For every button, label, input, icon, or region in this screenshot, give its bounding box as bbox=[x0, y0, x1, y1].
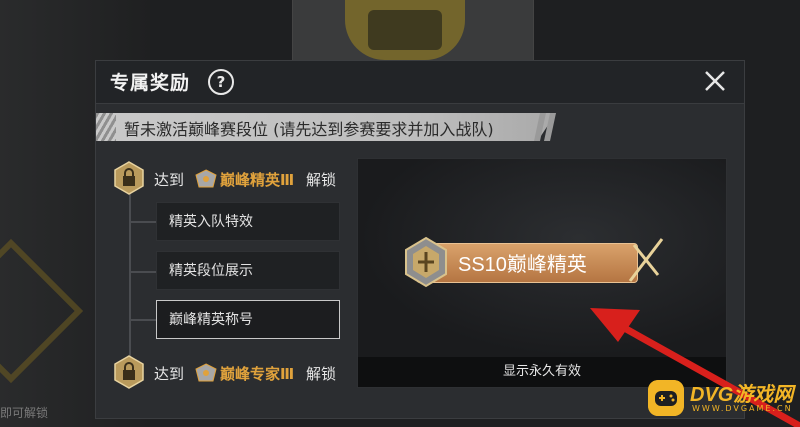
reward-item-elite-title[interactable]: 巅峰精英称号 bbox=[156, 300, 340, 339]
dialog-header: 专属奖励 ? bbox=[96, 61, 744, 104]
tree-branch bbox=[129, 221, 156, 223]
tree-connector bbox=[129, 189, 131, 371]
site-watermark: DVG游戏网 WWW.DVGAME.CN bbox=[648, 378, 798, 420]
sword-icon bbox=[628, 238, 664, 282]
background-crown-inner bbox=[368, 10, 442, 50]
close-icon[interactable] bbox=[700, 66, 730, 96]
requirement-rank-wrap: 巅峰专家Ⅲ bbox=[220, 363, 294, 384]
watermark-url: WWW.DVGAME.CN bbox=[692, 404, 793, 413]
banner-stripes bbox=[96, 113, 116, 141]
reward-item-rank-display[interactable]: 精英段位展示 bbox=[156, 251, 340, 290]
requirement-suffix: 解锁 bbox=[306, 365, 337, 383]
requirement-rank: 巅峰精英Ⅲ bbox=[220, 171, 295, 189]
expert-rank-icon bbox=[195, 363, 217, 382]
requirement-prefix: 达到 bbox=[154, 171, 185, 189]
lock-icon bbox=[114, 161, 144, 195]
requirement-prefix: 达到 bbox=[154, 365, 185, 383]
gamepad-logo-icon bbox=[648, 380, 684, 416]
elite-rank-icon bbox=[195, 169, 217, 188]
background-unlock-text: 即可解锁 bbox=[0, 406, 49, 420]
status-banner-text: 暂未激活巅峰赛段位 (请先达到参赛要求并加入战队) bbox=[124, 120, 494, 139]
requirement-rank: 巅峰专家Ⅲ bbox=[220, 365, 295, 383]
title-nameplate-text: SS10巅峰精英 bbox=[458, 254, 587, 276]
dialog-title: 专属奖励 bbox=[110, 72, 191, 94]
lock-icon bbox=[114, 355, 144, 389]
tree-branch bbox=[129, 319, 156, 321]
reward-item-entry-effect[interactable]: 精英入队特效 bbox=[156, 202, 340, 241]
tree-branch bbox=[129, 271, 156, 273]
requirement-suffix: 解锁 bbox=[306, 171, 337, 189]
elite-emblem-icon bbox=[405, 236, 447, 288]
watermark-title: DVG游戏网 bbox=[690, 384, 794, 406]
requirement-rank-wrap: 巅峰精英Ⅲ bbox=[220, 169, 294, 190]
help-icon[interactable]: ? bbox=[208, 69, 234, 95]
banner-chevrons bbox=[534, 113, 556, 141]
